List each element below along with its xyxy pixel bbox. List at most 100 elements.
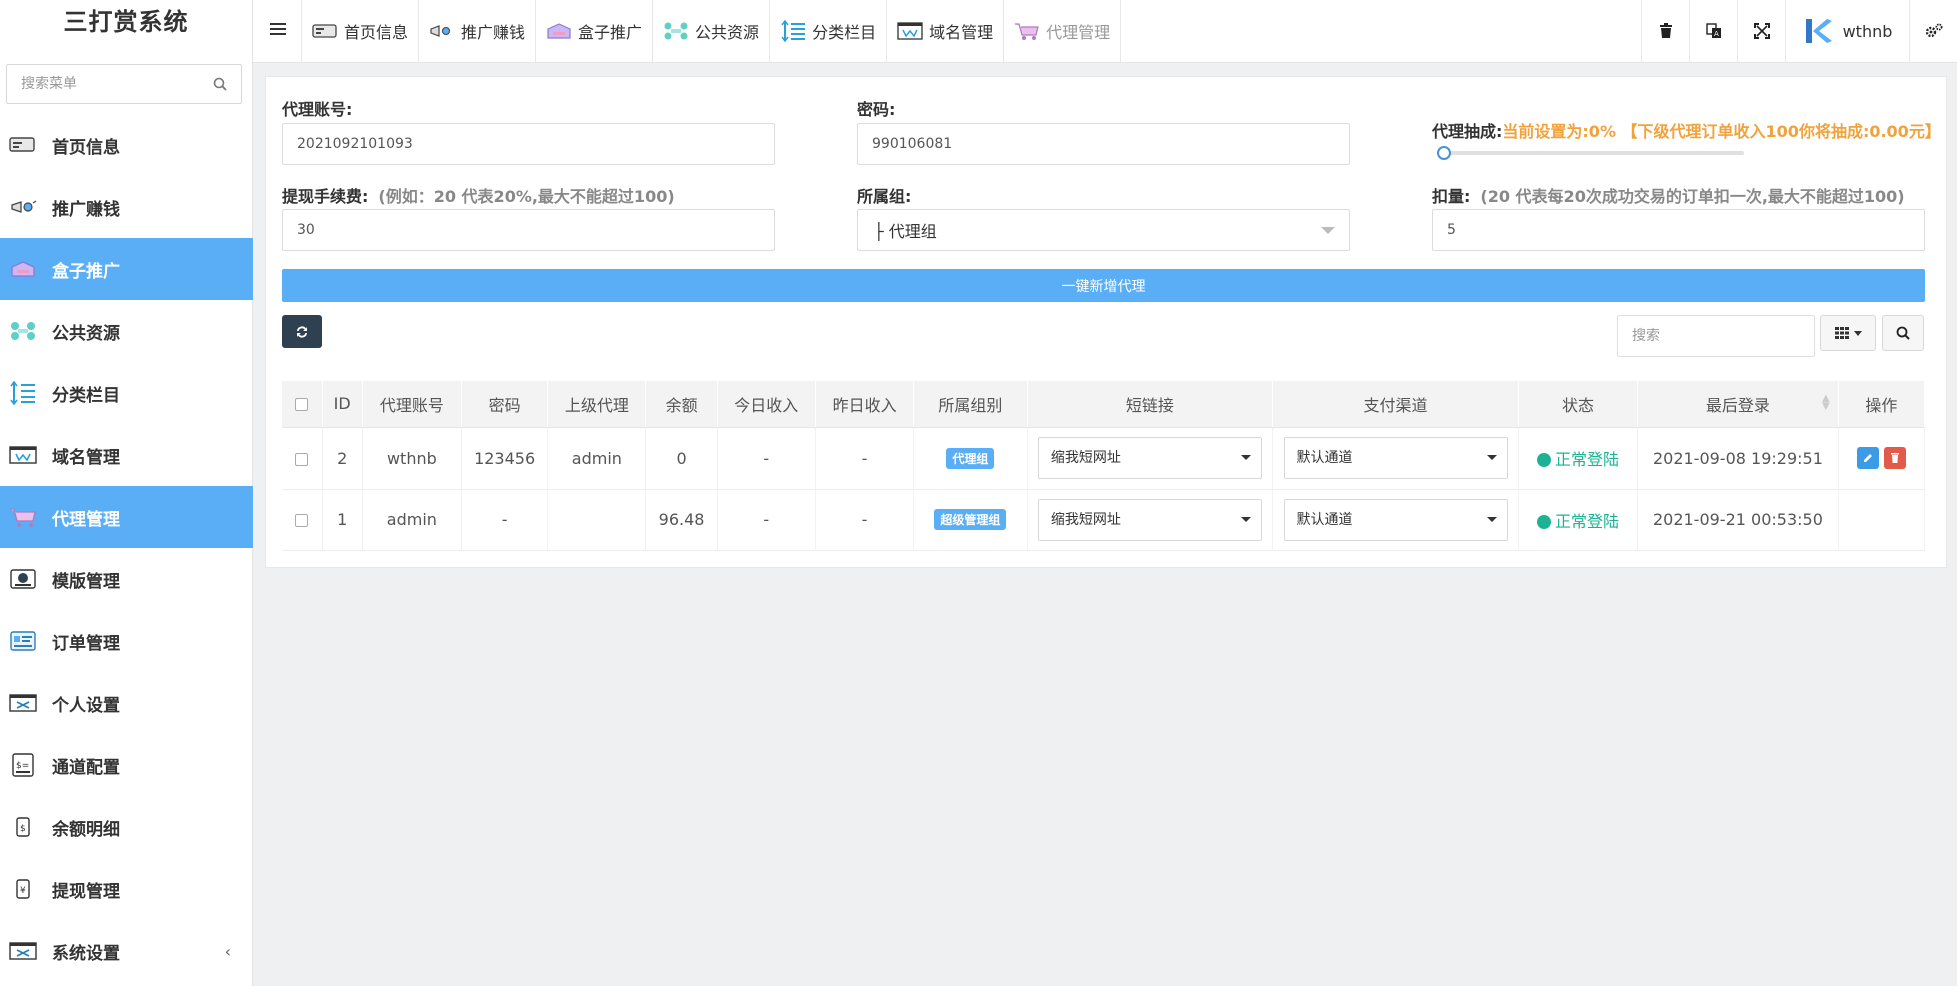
svg-text:A: A [1714,30,1719,38]
col-parent[interactable]: 上级代理 [547,381,647,428]
add-agent-button[interactable]: 一键新增代理 [282,269,1925,302]
sidebar-item-public-resource[interactable]: 公共资源 [0,300,253,362]
system-icon [8,939,38,963]
sidebar-item-label: 推广赚钱 [52,199,120,220]
col-group[interactable]: 所属组别 [913,381,1028,428]
select-all-checkbox[interactable] [295,398,309,412]
share-icon [8,319,38,343]
tab-category[interactable]: 分类栏目 [770,0,888,62]
gears-icon [1925,23,1942,38]
edit-button[interactable] [1856,447,1879,469]
deduct-input[interactable] [1432,209,1925,251]
sidebar-item-withdraw[interactable]: ¥ 提现管理 [0,858,253,920]
commission-label: 代理抽成: [1432,122,1503,141]
language-button[interactable]: A [1689,0,1737,62]
deduct-hint: (20 代表每20次成功交易的订单扣一次,最大不能超过100) [1480,187,1905,206]
col-yesterday-income[interactable]: 昨日收入 [815,381,915,428]
short-link-value: 缩我短网址 [1050,450,1121,466]
group-label: 所属组: [857,187,912,206]
sidebar-item-promote[interactable]: 推广赚钱 [0,176,253,238]
col-account[interactable]: 代理账号 [362,381,462,428]
tab-label: 盒子推广 [578,23,643,42]
sidebar-item-label: 系统设置 [52,943,120,964]
hamburger-menu-icon[interactable] [269,20,287,38]
col-id[interactable]: ID [322,381,363,428]
cart-icon [1014,21,1040,41]
chevron-left-icon[interactable]: ‹ [225,942,231,961]
columns-toggle-button[interactable] [1820,315,1876,351]
search-icon[interactable] [213,77,227,91]
sort-icon[interactable]: ▲ ▼ [1822,394,1830,412]
fee-hint: (例如：20 代表20%,最大不能超过100) [378,187,675,206]
tab-label: 公共资源 [695,23,760,42]
col-short-link[interactable]: 短链接 [1027,381,1274,428]
commission-slider[interactable] [1437,146,1957,160]
cell-actions [1838,427,1926,490]
col-last-login[interactable]: 最后登录 ▲ ▼ [1637,381,1839,428]
sidebar-item-home[interactable]: 首页信息 [0,114,253,176]
sidebar-item-label: 个人设置 [52,695,120,716]
fee-input[interactable] [282,209,775,251]
svg-text:$: $ [20,824,26,834]
pay-channel-value: 默认通道 [1296,511,1353,528]
sidebar-item-agent-manage[interactable]: 代理管理 [0,486,253,548]
col-status[interactable]: 状态 [1518,381,1639,428]
table-search-button[interactable] [1882,315,1924,351]
col-password[interactable]: 密码 [461,381,549,428]
cell-short-link: 缩我短网址 [1027,427,1274,490]
status-dot-icon [1536,514,1551,529]
sidebar-item-personal-settings[interactable]: 个人设置 [0,672,253,734]
sidebar-item-balance-detail[interactable]: $ 余额明细 [0,796,253,858]
sidebar-item-label: 提现管理 [52,881,120,902]
pay-channel-select[interactable]: 默认通道 [1283,498,1508,541]
tab-agent-manage[interactable]: 代理管理 [1004,0,1122,62]
sidebar-item-template[interactable]: 模版管理 [0,548,253,610]
fullscreen-button[interactable] [1737,0,1785,62]
caret-down-icon [1240,516,1251,522]
caret-down-icon [1321,227,1335,234]
sidebar-item-category[interactable]: 分类栏目 [0,362,253,424]
sidebar-item-orders[interactable]: 订单管理 [0,610,253,672]
megaphone-icon [429,23,455,39]
tab-domain[interactable]: 域名管理 [887,0,1005,62]
tab-box-promo[interactable]: 盒子推广 [536,0,654,62]
box-icon [546,22,572,40]
user-menu[interactable]: wthnb [1785,0,1909,62]
home-card-icon [312,23,338,39]
delete-button[interactable] [1883,447,1906,469]
clear-cache-button[interactable] [1641,0,1689,62]
slider-track [1441,151,1744,155]
settings-button[interactable] [1909,0,1957,62]
tab-home[interactable]: 首页信息 [301,0,420,62]
sidebar-item-box-promo[interactable]: 盒子推广 [0,238,253,300]
refresh-button[interactable] [282,315,322,348]
tab-promote[interactable]: 推广赚钱 [419,0,537,62]
password-input[interactable] [857,123,1350,165]
col-today-income[interactable]: 今日收入 [717,381,816,428]
short-link-select[interactable]: 缩我短网址 [1037,498,1262,541]
col-balance[interactable]: 余额 [645,381,718,428]
sidebar-item-channel-config[interactable]: $= 通道配置 [0,734,253,796]
sidebar-item-domain[interactable]: 域名管理 [0,424,253,486]
account-input[interactable] [282,123,775,165]
channel-icon: $= [8,753,38,777]
status-text: 正常登陆 [1554,450,1619,469]
sidebar-item-label: 公共资源 [52,323,120,344]
col-pay-channel[interactable]: 支付渠道 [1272,381,1519,428]
tab-public-resource[interactable]: 公共资源 [653,0,771,62]
row-checkbox[interactable] [295,514,309,527]
short-link-select[interactable]: 缩我短网址 [1037,437,1262,479]
group-select[interactable]: ├ 代理组 [857,209,1350,251]
status-badge: 正常登陆 [1536,512,1619,531]
cell-last-login: 2021-09-21 00:53:50 [1637,489,1839,551]
sidebar-item-system-settings[interactable]: 系统设置 ‹ [0,920,253,982]
menu-search-input[interactable] [7,65,197,103]
group-badge: 代理组 [946,447,995,469]
pay-channel-select[interactable]: 默认通道 [1283,437,1508,479]
agent-table: ID 代理账号 密码 上级代理 余额 今日收入 昨日收入 所属组别 短链接 支付… [282,381,1926,551]
cart-icon [8,505,38,529]
slider-handle[interactable] [1437,146,1451,160]
row-checkbox[interactable] [295,452,309,466]
translate-icon: A [1705,23,1721,38]
table-search-input[interactable] [1617,315,1815,357]
